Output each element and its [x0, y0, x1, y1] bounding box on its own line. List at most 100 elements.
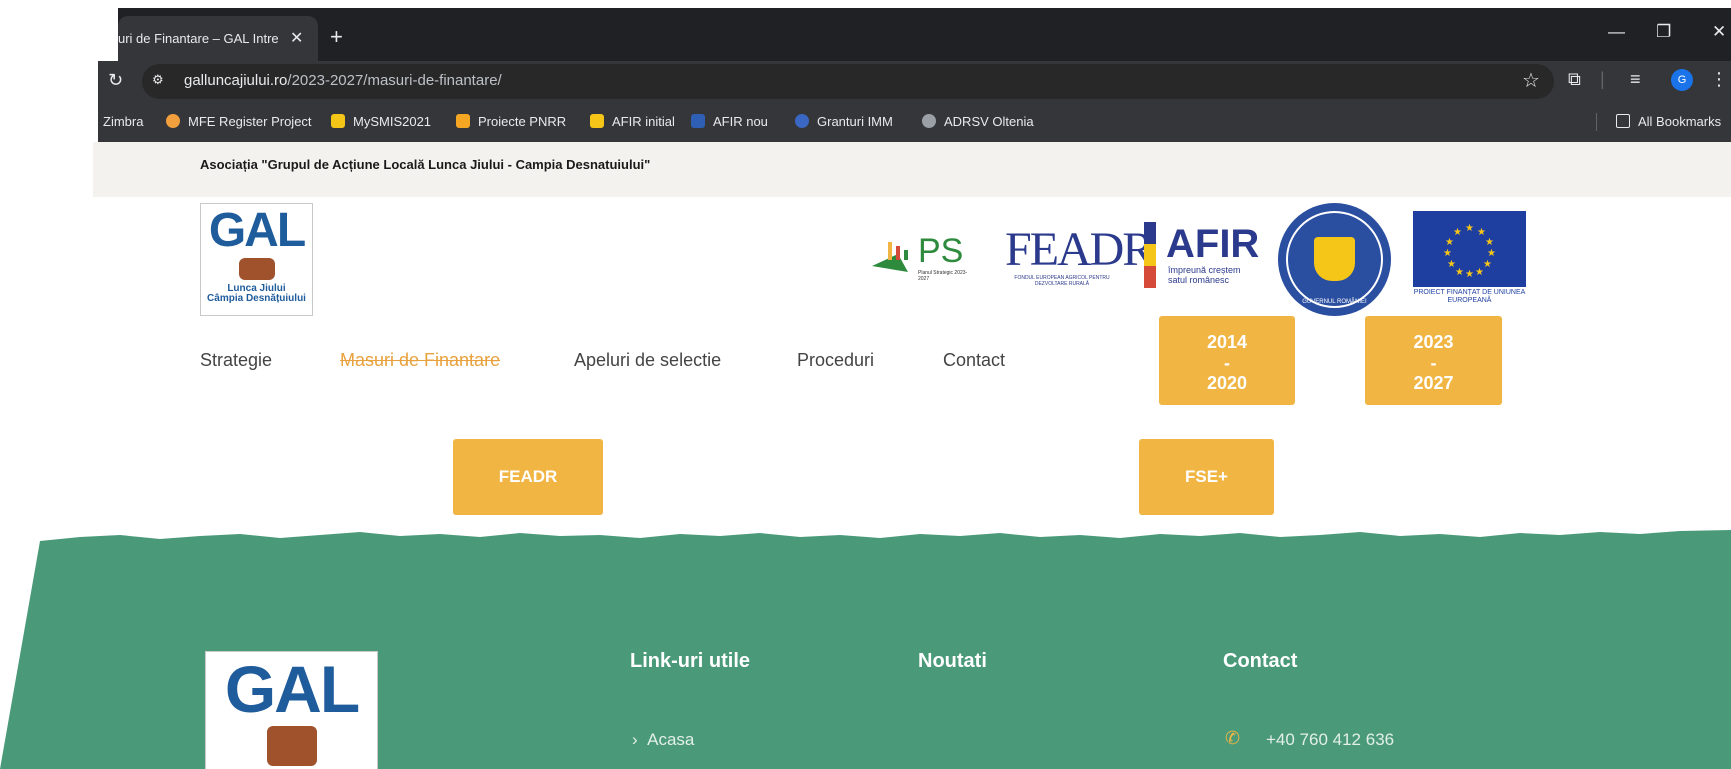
- bookmark-label: MySMIS2021: [353, 114, 432, 129]
- svg-text:★: ★: [1447, 259, 1456, 270]
- svg-text:★: ★: [1475, 267, 1484, 278]
- bookmark-pnrr[interactable]: Proiecte PNRR: [456, 114, 566, 129]
- feadr-button[interactable]: FEADR: [453, 439, 603, 515]
- feadr-subtitle: FONDUL EUROPEAN AGRICOL PENTRU DEZVOLTAR…: [1014, 275, 1110, 287]
- afir-logo: AFIR împreună creștem satul românesc: [1138, 222, 1259, 292]
- bookmark-afir-initial[interactable]: AFIR initial: [590, 114, 675, 129]
- footer-link-label: Acasa: [647, 730, 695, 749]
- footer-link-acasa[interactable]: › Acasa: [632, 730, 694, 750]
- afir-icon: [590, 114, 604, 128]
- browser-toolbar: ↻ ⚙ galluncajiului.ro/2023-2027/masuri-d…: [98, 61, 1731, 103]
- mysmis-icon: [331, 114, 345, 128]
- tab-active[interactable]: uri de Finantare – GAL Intre ✕: [118, 16, 318, 61]
- screen: uri de Finantare – GAL Intre ✕ + — ❐ ✕ ↻…: [0, 0, 1731, 769]
- svg-text:★: ★: [1445, 237, 1454, 248]
- mfe-icon: [166, 114, 180, 128]
- period-start: 2023: [1413, 332, 1454, 352]
- svg-text:★: ★: [1487, 248, 1496, 259]
- footer-news-title: Noutati: [918, 650, 987, 672]
- afir-nou-icon: [691, 114, 705, 128]
- new-tab-icon[interactable]: +: [330, 22, 343, 52]
- bookmark-adrsv[interactable]: ADRSV Oltenia: [922, 114, 1034, 129]
- footer-gal-logo-text: GAL: [224, 652, 360, 726]
- bookmarks-divider: [1596, 113, 1597, 131]
- chevron-right-icon: ›: [632, 730, 638, 749]
- folder-icon: [1616, 114, 1630, 128]
- eu-flag-icon: ★ ★ ★ ★ ★ ★ ★ ★ ★ ★ ★ ★: [1413, 211, 1526, 287]
- svg-text:★: ★: [1483, 259, 1492, 270]
- bookmark-star-icon[interactable]: ☆: [1522, 68, 1540, 93]
- footer-contact-title: Contact: [1223, 650, 1298, 672]
- tractor-icon: [238, 258, 275, 280]
- tab-close-icon[interactable]: ✕: [290, 16, 303, 61]
- nav-apeluri-de-selectie[interactable]: Apeluri de selectie: [574, 350, 721, 371]
- all-bookmarks[interactable]: All Bookmarks: [1616, 114, 1721, 129]
- bookmark-mfe[interactable]: MFE Register Project: [166, 114, 312, 129]
- restore-icon[interactable]: ❐: [1656, 22, 1671, 42]
- globe-icon: [922, 114, 936, 128]
- menu-icon[interactable]: ⋮: [1710, 69, 1728, 90]
- footer-tractor-icon: [266, 726, 317, 766]
- bookmark-zimbra[interactable]: Zimbra: [103, 114, 143, 129]
- feadr-logo: FEADR FONDUL EUROPEAN AGRICOL PENTRU DEZ…: [1005, 222, 1154, 294]
- site-info-icon[interactable]: ⚙: [152, 72, 172, 92]
- svg-text:★: ★: [1465, 223, 1474, 234]
- bookmark-mysmis[interactable]: MySMIS2021: [331, 114, 431, 129]
- nav-masuri-de-finantare[interactable]: Masuri de Finantare: [340, 350, 500, 371]
- minimize-icon[interactable]: —: [1608, 22, 1625, 42]
- imm-icon: [795, 114, 809, 128]
- address-bar[interactable]: ⚙ galluncajiului.ro/2023-2027/masuri-de-…: [142, 64, 1554, 99]
- eu-text: PROIECT FINANȚAT DE UNIUNEA EUROPEANĂ: [1413, 289, 1526, 305]
- period-2014-2020-button[interactable]: 2014 - 2020: [1159, 316, 1295, 405]
- url-path: /2023-2027/masuri-de-finantare/: [287, 72, 502, 89]
- bookmark-label: AFIR initial: [612, 114, 675, 129]
- url-host: galluncajiului.ro: [184, 72, 288, 89]
- period-dash: -: [1430, 352, 1437, 373]
- bookmark-label: Granturi IMM: [817, 114, 893, 129]
- nav-contact[interactable]: Contact: [943, 350, 1005, 371]
- url-text: galluncajiului.ro/2023-2027/masuri-de-fi…: [184, 72, 502, 89]
- gal-logo-text: GAL: [208, 204, 306, 257]
- bookmark-label: MFE Register Project: [188, 114, 312, 129]
- fse-plus-button[interactable]: FSE+: [1139, 439, 1274, 515]
- bookmark-label: Zimbra: [103, 114, 144, 129]
- media-icon[interactable]: ≡: [1630, 69, 1641, 90]
- bookmark-label: All Bookmarks: [1638, 114, 1722, 129]
- toolbar-divider: |: [1600, 69, 1605, 89]
- phone-icon: ✆: [1225, 728, 1241, 748]
- eu-stars-icon: ★ ★★★ ★★★★ ★★★★: [1443, 223, 1496, 280]
- association-bar: Asociația "Grupul de Acțiune Locală Lunc…: [93, 142, 1731, 197]
- government-text: GUVERNUL ROMÂNIEI: [1302, 299, 1367, 305]
- svg-text:★: ★: [1485, 237, 1494, 248]
- afir-subtitle: împreună creștem satul românesc: [1168, 265, 1241, 285]
- footer-phone[interactable]: +40 760 412 636: [1266, 730, 1394, 750]
- footer-gal-logo[interactable]: GAL: [205, 651, 378, 769]
- association-name: Asociația "Grupul de Acțiune Locală Lunc…: [200, 157, 651, 172]
- bookmark-granturi-imm[interactable]: Granturi IMM: [795, 114, 893, 129]
- nav-proceduri[interactable]: Proceduri: [797, 350, 874, 371]
- logo-line2: Câmpia Desnățuiului: [207, 293, 306, 304]
- footer-links-title: Link-uri utile: [630, 650, 750, 672]
- tab-title: uri de Finantare – GAL Intre: [118, 31, 279, 46]
- nav-strategie[interactable]: Strategie: [200, 350, 272, 371]
- close-window-icon[interactable]: ✕: [1712, 22, 1726, 42]
- svg-text:★: ★: [1443, 248, 1452, 259]
- bookmark-afir-nou[interactable]: AFIR nou: [691, 114, 768, 129]
- ps-text: PS: [918, 232, 964, 270]
- ps-mark-icon: [872, 242, 908, 272]
- period-end: 2027: [1413, 373, 1454, 394]
- svg-text:★: ★: [1455, 267, 1464, 278]
- profile-avatar[interactable]: G: [1671, 69, 1693, 91]
- svg-text:★: ★: [1465, 269, 1474, 280]
- ps-logo: PS Planul Strategic 2023-2027: [868, 232, 978, 288]
- reload-icon[interactable]: ↻: [108, 70, 123, 91]
- period-end: 2020: [1206, 373, 1248, 394]
- period-dash: -: [1224, 352, 1230, 373]
- eu-logo: ★ ★ ★ ★ ★ ★ ★ ★ ★ ★ ★ ★ PROIECT FINANȚAT DE UNIUN…: [1413, 211, 1526, 306]
- bookmark-label: Proiecte PNRR: [478, 114, 567, 129]
- gal-logo[interactable]: GAL Lunca Jiului Câmpia Desnățuiului: [200, 203, 313, 316]
- extensions-icon[interactable]: ⧉: [1568, 69, 1581, 90]
- period-2023-2027-button[interactable]: 2023 - 2027: [1365, 316, 1502, 405]
- coat-of-arms-icon: [1314, 237, 1355, 281]
- ps-subtitle: Planul Strategic 2023-2027: [918, 270, 968, 282]
